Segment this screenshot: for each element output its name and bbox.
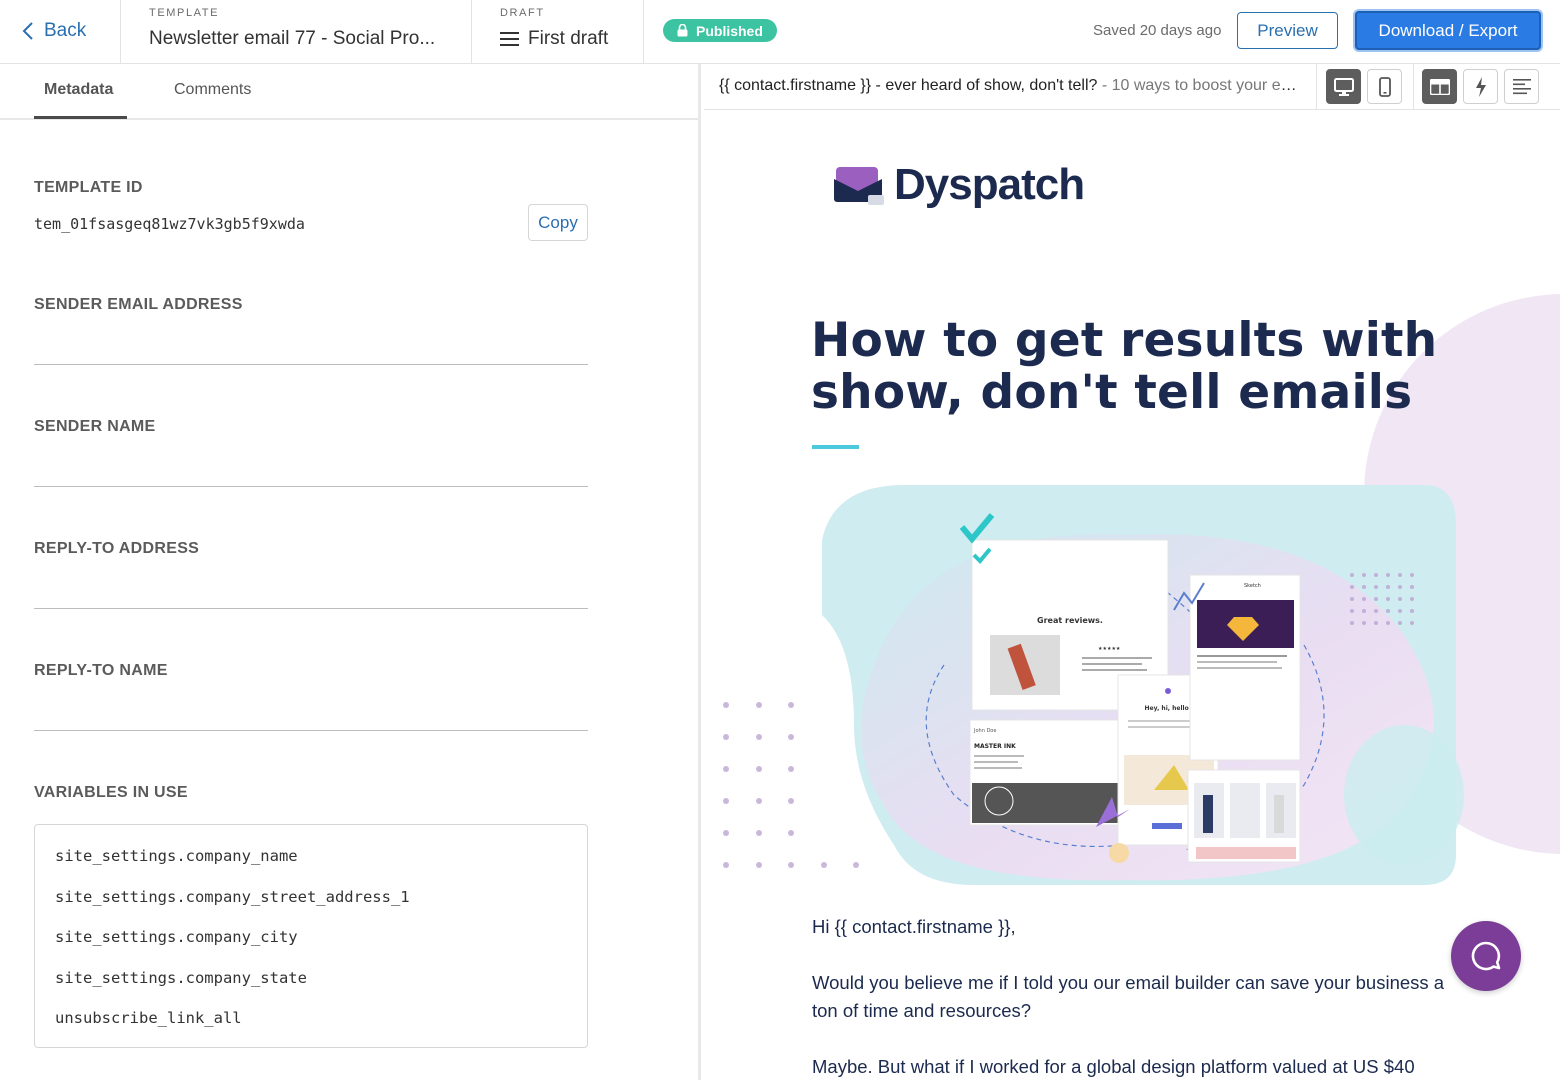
amp-view-button[interactable] [1463,69,1498,104]
divider [471,0,472,64]
variables-label: VARIABLES IN USE [34,784,188,801]
card-reviews-title: Great reviews. [1037,616,1103,625]
text-align-icon [1512,78,1531,94]
envelope-logo-icon [834,167,884,205]
lock-icon [677,24,688,37]
draft-selector[interactable]: DRAFT First draft [500,7,630,50]
sender-name-label: SENDER NAME [34,418,156,435]
brand-logo: Dyspatch [832,160,1085,210]
copy-button[interactable]: Copy [528,204,588,241]
menu-icon [500,32,519,46]
divider [1316,64,1317,110]
divider [1413,64,1414,110]
email-subject: {{ contact.firstname }} - ever heard of … [719,77,1309,95]
email-preview-panel: {{ contact.firstname }} - ever heard of … [704,64,1560,1080]
variables-list: site_settings.company_name site_settings… [34,824,588,1048]
reply-to-address-field[interactable] [34,573,588,609]
variable-item: site_settings.company_city [55,928,298,946]
mobile-icon [1378,76,1391,97]
metadata-panel: Metadata Comments TEMPLATE ID tem_01fsas… [0,64,701,1080]
tab-comments[interactable]: Comments [174,81,251,99]
variable-item: unsubscribe_link_all [55,1009,242,1027]
draft-value: First draft [500,28,630,50]
template-label: TEMPLATE [149,7,220,19]
accent-line [812,445,859,449]
svg-text:★★★★★: ★★★★★ [1098,646,1121,652]
desktop-view-button[interactable] [1326,69,1361,104]
chat-support-button[interactable] [1451,921,1521,991]
variable-item: site_settings.company_street_address_1 [55,887,410,906]
card-hello-title: Hey, hi, hello! [1145,705,1192,712]
template-id-value: tem_01fsasgeq81wz7vk3gb5f9xwda [34,215,305,233]
divider [643,0,644,64]
top-bar: Back TEMPLATE Newsletter email 77 - Soci… [0,0,1560,64]
back-button[interactable]: Back [22,18,86,44]
card-sketch-brand: Sketch [1244,583,1261,589]
variable-item: site_settings.company_name [55,847,298,865]
tab-metadata[interactable]: Metadata [44,81,113,99]
active-tab-indicator [34,116,127,119]
email-paragraph: Would you believe me if I told you our e… [812,972,1445,1021]
card-fashion [1187,769,1301,863]
layout-icon [1429,78,1450,95]
panel-tabs: Metadata Comments [0,64,698,120]
card-signature: John Doe MASTER INK [969,719,1123,826]
logo-text: Dyspatch [894,160,1085,209]
sender-email-label: SENDER EMAIL ADDRESS [34,296,243,313]
email-greeting: Hi {{ contact.firstname }}, [812,916,1016,937]
saved-status: Saved 20 days ago [1093,22,1222,39]
card-signature-name: John Doe [973,728,996,734]
reply-to-address-label: REPLY-TO ADDRESS [34,540,200,557]
email-canvas: Dyspatch How to get results with show, d… [704,110,1560,1080]
mobile-view-button[interactable] [1367,69,1402,104]
chevron-left-icon [22,22,33,40]
sender-email-field[interactable] [34,329,588,365]
subject-bar: {{ contact.firstname }} - ever heard of … [704,64,1560,110]
status-badge: Published [663,19,777,42]
card-signature-company: MASTER INK [974,743,1016,750]
email-paragraph: Maybe. But what if I worked for a global… [812,1056,1415,1077]
reply-to-name-field[interactable] [34,695,588,731]
lightning-icon [1475,76,1486,97]
divider [120,0,121,64]
desktop-icon [1333,77,1354,96]
layout-view-button[interactable] [1422,69,1457,104]
sender-name-field[interactable] [34,451,588,487]
card-sketch: Sketch [1189,574,1301,761]
variable-item: site_settings.company_state [55,968,307,987]
dots-pattern-left [723,702,859,868]
template-name: Newsletter email 77 - Social Pro... [149,28,436,49]
preheader-text: - 10 ways to boost your email marketing [1101,77,1309,94]
preview-button[interactable]: Preview [1237,12,1338,49]
template-id-label: TEMPLATE ID [34,179,143,196]
hero-illustration: Great reviews. ★★★★★ John Doe MASTER INK… [723,485,1464,885]
back-label: Back [44,20,87,41]
text-view-button[interactable] [1504,69,1539,104]
download-export-button[interactable]: Download / Export [1355,11,1541,50]
subject-text: {{ contact.firstname }} - ever heard of … [719,77,1098,94]
reply-to-name-label: REPLY-TO NAME [34,662,168,679]
draft-label: DRAFT [500,7,545,19]
email-headline: How to get results with show, don't tell… [811,313,1438,420]
chat-bubble-icon [1471,941,1501,971]
template-selector[interactable]: TEMPLATE Newsletter email 77 - Social Pr… [149,7,449,50]
status-badge-label: Published [696,22,763,39]
draft-name: First draft [528,28,609,49]
